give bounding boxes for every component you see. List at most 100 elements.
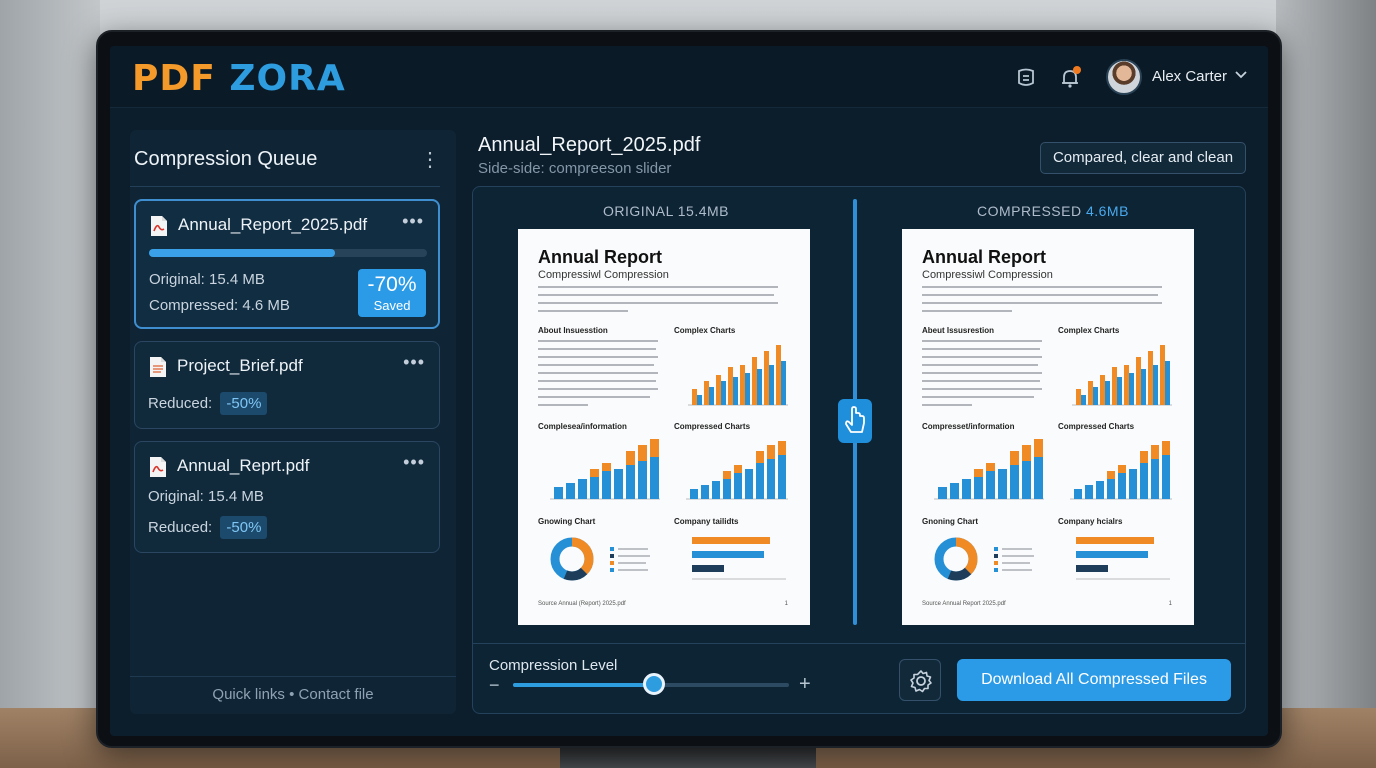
slider-fill (513, 683, 654, 687)
section-heading: Compresset/information (922, 422, 1015, 431)
section-heading: Complex Charts (1058, 326, 1120, 335)
hbar-chart-thumbnail (1076, 537, 1170, 580)
preview-footer: Source Annual Report 2025.pdf (922, 601, 1006, 607)
hbar-chart-thumbnail (692, 537, 786, 580)
chevron-down-icon[interactable] (1234, 70, 1248, 80)
body-text-lines (922, 286, 1162, 312)
original-page-preview: Annual Report Compressiwl Compression Ab… (518, 229, 810, 625)
section-heading: Company hcialrs (1058, 517, 1123, 526)
queue-title: Compression Queue (134, 148, 318, 170)
body-text-lines (538, 340, 658, 406)
saved-label: Saved (373, 298, 411, 313)
reduced-badge: -50% (220, 392, 268, 415)
section-heading: Compressed Charts (674, 422, 751, 431)
more-icon[interactable]: ••• (402, 211, 424, 232)
monitor-stand (560, 745, 816, 768)
divider (130, 186, 440, 187)
queue-item-annual-reprt[interactable]: Annual_Reprt.pdf ••• Original: 15.4 MB R… (134, 441, 440, 553)
donut-chart-thumbnail (934, 537, 1034, 581)
section-heading: Abeut Issusrestion (922, 326, 995, 335)
decrease-level-button[interactable]: − (489, 675, 500, 696)
bar-chart-thumbnail (934, 439, 1044, 500)
comparison-viewer: ORIGINAL 15.4MB COMPRESSED 4.6MB Annual … (472, 186, 1246, 714)
divider (473, 643, 1245, 644)
saved-badge: -70% Saved (358, 269, 426, 317)
comparison-slider-handle[interactable] (838, 399, 872, 443)
compressed-size-value: 4.6MB (1085, 203, 1129, 219)
queue-menu-icon[interactable]: ⋮ (420, 150, 440, 170)
file-name: Annual_Report_2025.pdf (178, 215, 368, 234)
preview-page-number: 1 (784, 601, 788, 607)
clipboard-icon[interactable] (1014, 66, 1038, 90)
top-bar: PDF ZORA Alex Carter (110, 46, 1268, 108)
bar-chart-thumbnail (1070, 441, 1172, 500)
footer-separator: • (289, 686, 295, 703)
settings-button[interactable] (899, 659, 941, 701)
logo-pdf: PDF (132, 58, 216, 99)
queue-item-annual-report-2025[interactable]: Annual_Report_2025.pdf ••• Original: 15.… (134, 199, 440, 329)
divider (130, 676, 456, 677)
compressed-page-preview: Annual Report Compressiwl Compression Ab… (902, 229, 1194, 625)
bar-chart-thumbnail (686, 441, 788, 500)
app-logo[interactable]: PDF ZORA (132, 58, 346, 99)
donut-chart-thumbnail (550, 537, 650, 581)
bar-chart-thumbnail (1072, 345, 1172, 406)
compare-button[interactable]: Compared, clear and clean (1040, 142, 1246, 174)
queue-item-project-brief[interactable]: Project_Brief.pdf ••• Reduced: -50% (134, 341, 440, 429)
file-name: Annual_Reprt.pdf (177, 456, 310, 475)
increase-level-button[interactable]: + (799, 673, 811, 696)
more-icon[interactable]: ••• (403, 452, 425, 473)
background-wall-right (1276, 0, 1376, 768)
compression-queue-panel: Compression Queue ⋮ Annual_Report_2025.p… (130, 130, 456, 714)
reduced-label: Reduced: (148, 519, 213, 536)
compressed-label-prefix: COMPRESSED (977, 203, 1082, 219)
monitor-bezel: PDF ZORA Alex Carter Compression Queue ⋮… (96, 30, 1282, 748)
saved-percent: -70% (367, 273, 417, 296)
preview-page-number: 1 (1168, 601, 1172, 607)
reduced-label: Reduced: (148, 395, 213, 412)
section-heading: About Insuesstion (538, 326, 608, 335)
pdf-file-icon (151, 216, 167, 236)
sidebar-footer: Quick links • Contact file (130, 686, 456, 703)
contact-file-link[interactable]: Contact file (299, 686, 374, 703)
reduced-row: Reduced: -50% (148, 392, 268, 415)
reduced-row: Reduced: -50% (148, 516, 268, 539)
download-all-button[interactable]: Download All Compressed Files (957, 659, 1231, 701)
preview-subtitle: Compressiwl Compression (538, 269, 669, 281)
preview-subtitle: Compressiwl Compression (922, 269, 1053, 281)
section-heading: Complex Charts (674, 326, 736, 335)
compressed-size: Compressed: 4.6 MB (149, 297, 290, 314)
preview-title: Annual Report (538, 247, 662, 267)
avatar[interactable] (1106, 59, 1142, 95)
file-name: Project_Brief.pdf (177, 356, 303, 375)
app-window: PDF ZORA Alex Carter Compression Queue ⋮… (110, 46, 1268, 736)
section-heading: Complesea/information (538, 422, 627, 431)
background-wall-left (0, 0, 100, 768)
reduced-badge: -50% (220, 516, 268, 539)
section-heading: Compressed Charts (1058, 422, 1135, 431)
body-text-lines (538, 286, 778, 312)
section-heading: Gnowing Chart (538, 517, 596, 526)
progress-fill (149, 249, 336, 257)
preview-footer: Source Annual (Report) 2025.pdf (538, 601, 626, 607)
logo-zora: ZORA (229, 58, 346, 99)
bell-icon[interactable] (1058, 66, 1082, 90)
compression-progress-bar (149, 249, 427, 257)
compressed-label: COMPRESSED 4.6MB (977, 203, 1129, 219)
more-icon[interactable]: ••• (403, 352, 425, 373)
compression-level-label: Compression Level (489, 657, 618, 674)
original-label: ORIGINAL 15.4MB (603, 203, 730, 219)
hand-pointer-icon (845, 406, 865, 433)
bar-chart-thumbnail (688, 345, 788, 406)
document-title: Annual_Report_2025.pdf (478, 134, 701, 156)
original-size: Original: 15.4 MB (148, 488, 264, 505)
pdf-file-icon (150, 357, 166, 377)
quick-links-link[interactable]: Quick links (212, 686, 285, 703)
body-text-lines (922, 340, 1042, 406)
document-subtitle: Side-side: compreeson slider (478, 160, 672, 177)
user-name[interactable]: Alex Carter (1152, 68, 1227, 85)
compression-level-knob[interactable] (642, 673, 665, 695)
section-heading: Gnoning Chart (922, 517, 978, 526)
gear-icon (910, 670, 932, 693)
pdf-file-icon (150, 457, 166, 477)
